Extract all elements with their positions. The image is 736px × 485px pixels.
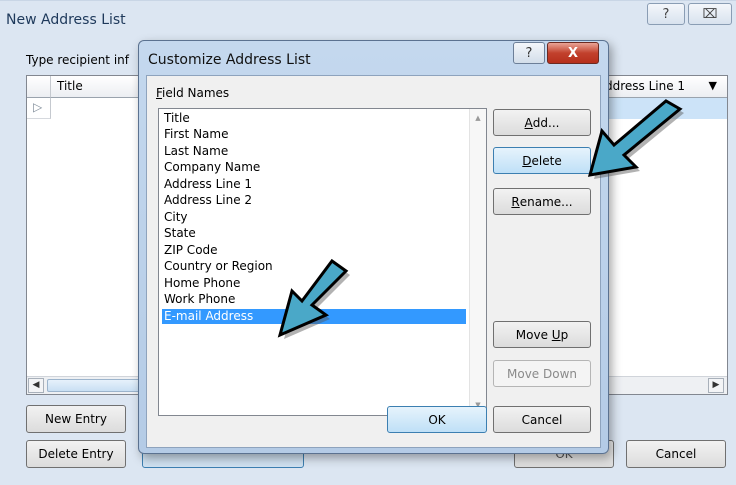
scroll-up-icon[interactable]: ▲ xyxy=(470,114,486,122)
cancel-button[interactable]: Cancel xyxy=(626,440,726,468)
instruction-text: Type recipient inf xyxy=(26,53,129,67)
new-entry-button[interactable]: New Entry xyxy=(26,405,126,433)
column-header-label: Address Line 1 xyxy=(597,79,686,93)
grid-corner-header xyxy=(27,76,51,98)
customize-address-list-dialog: Customize Address List ? X Field Names T… xyxy=(138,40,609,454)
list-item[interactable]: Company Name xyxy=(162,160,466,175)
dialog-ok-button[interactable]: OK xyxy=(387,406,487,433)
instruction-label: Type recipient inf xyxy=(26,53,129,67)
list-item[interactable]: Title xyxy=(162,111,466,126)
help-button[interactable]: ? xyxy=(647,3,685,25)
list-item[interactable]: State xyxy=(162,226,466,241)
arrow-icon xyxy=(277,258,350,339)
field-names-label: Field Names xyxy=(156,86,230,100)
list-item[interactable]: First Name xyxy=(162,127,466,142)
dialog-title: Customize Address List xyxy=(148,52,311,68)
dropdown-arrow-icon[interactable]: ▼ xyxy=(709,79,717,92)
dialog-cancel-button[interactable]: Cancel xyxy=(493,406,591,433)
list-item[interactable]: Last Name xyxy=(162,144,466,159)
dialog-close-button[interactable]: X xyxy=(547,42,599,64)
help-icon: ? xyxy=(662,6,670,22)
field-names-label-text: ield Names xyxy=(162,86,230,100)
move-down-button[interactable]: Move Down xyxy=(493,360,591,387)
move-up-button[interactable]: Move Up xyxy=(493,321,591,348)
scroll-left-icon[interactable]: ◀ xyxy=(28,378,44,393)
list-item[interactable]: Address Line 2 xyxy=(162,193,466,208)
list-item[interactable]: Address Line 1 xyxy=(162,177,466,192)
row-marker-icon: ▷ xyxy=(27,98,51,119)
list-item[interactable]: City xyxy=(162,210,466,225)
dialog-help-button[interactable]: ? xyxy=(513,42,545,64)
close-icon: X xyxy=(567,45,579,61)
column-header-address-line-1[interactable]: Address Line 1 ▼ xyxy=(591,76,727,98)
close-button[interactable]: ⌧ xyxy=(688,3,732,25)
scroll-right-icon[interactable]: ▶ xyxy=(708,378,724,393)
delete-entry-button[interactable]: Delete Entry xyxy=(26,440,126,468)
close-icon: ⌧ xyxy=(702,6,718,22)
arrow-icon xyxy=(587,99,684,179)
rename-button[interactable]: Rename... xyxy=(493,188,591,215)
vertical-scrollbar[interactable]: ▲ ▼ xyxy=(469,109,486,415)
help-icon: ? xyxy=(525,45,533,61)
window-title: New Address List xyxy=(6,12,126,28)
